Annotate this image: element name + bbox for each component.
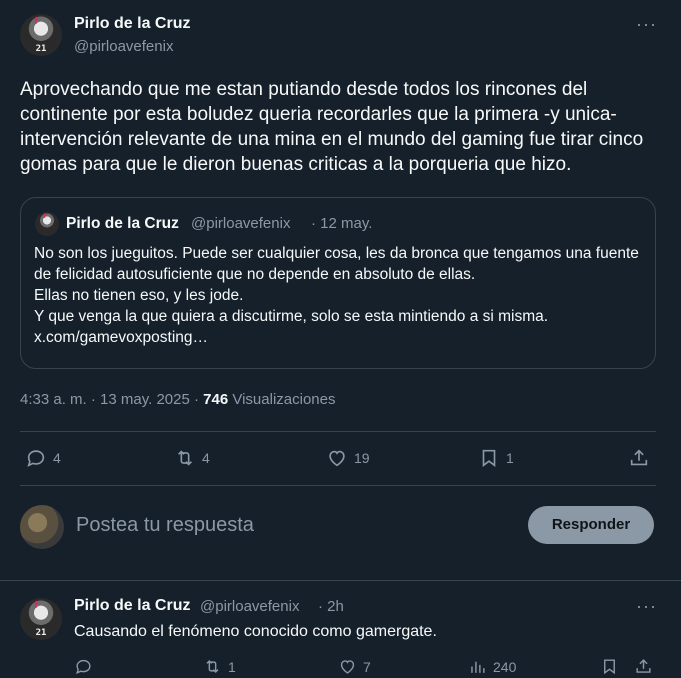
cross-icon: ✝ [32, 16, 41, 27]
quote-avatar: ✝ [35, 212, 59, 236]
reply-bookmark-action[interactable] [600, 657, 619, 676]
cross-icon: ✝ [32, 600, 41, 611]
bookmark-action[interactable]: 1 [478, 447, 514, 469]
reply-icon [27, 450, 45, 467]
bookmark-icon [604, 659, 615, 675]
more-options-icon[interactable]: ··· [636, 14, 657, 35]
bookmark-icon [482, 449, 496, 467]
quote-date: · 12 may. [311, 215, 373, 232]
tweet-time[interactable]: 4:33 a. m. · 13 may. 2025 · [20, 391, 199, 408]
views-count: 746 [203, 391, 229, 408]
reply-retweet-count: 1 [228, 658, 236, 675]
composer-avatar [20, 505, 64, 549]
reply-author-handle[interactable]: @pirloavefenix [200, 598, 299, 615]
reply-input[interactable]: Postea tu respuesta [76, 514, 254, 537]
reply-retweet-action[interactable]: 1 [203, 657, 236, 676]
reply-like-count: 7 [363, 658, 371, 675]
divider-top [20, 431, 656, 432]
reply-count: 4 [53, 450, 61, 466]
views-icon [471, 661, 485, 673]
author-avatar[interactable]: ✝ 21 [20, 14, 62, 56]
retweet-action[interactable]: 4 [174, 447, 210, 469]
retweet-icon [177, 450, 193, 466]
reply-author-name[interactable]: Pirlo de la Cruz [74, 597, 190, 615]
reply-time[interactable]: · 2h [318, 598, 344, 615]
avatar-number: 21 [35, 628, 47, 638]
heart-icon [340, 660, 355, 674]
heart-icon [329, 450, 345, 467]
views-label: Visualizaciones [232, 391, 336, 408]
bookmark-count: 1 [506, 450, 514, 466]
reply-share-action[interactable] [634, 657, 653, 676]
divider-bottom [20, 485, 656, 486]
tweet-text: Aprovechando que me estan putiando desde… [20, 79, 644, 175]
reply-button[interactable]: Responder [528, 506, 654, 544]
reply-author-avatar[interactable]: ✝ 21 [20, 598, 62, 640]
reply-icon [76, 659, 91, 675]
share-icon [636, 659, 651, 673]
quote-text: No son los jueguitos. Puede ser cualquie… [34, 245, 639, 346]
like-action[interactable]: 19 [326, 447, 370, 469]
avatar-number: 21 [35, 44, 47, 54]
retweet-count: 4 [202, 450, 210, 466]
reply-views-action[interactable]: 240 [468, 657, 516, 676]
like-count: 19 [354, 450, 370, 466]
reply-action[interactable]: 4 [25, 447, 61, 469]
reply-views-count: 240 [493, 658, 517, 675]
reply-text: Causando el fenómeno conocido como gamer… [74, 623, 437, 640]
tweet-meta: 4:33 a. m. · 13 may. 2025 · 746 Visualiz… [20, 391, 335, 408]
share-icon [630, 449, 648, 466]
reply-more-options-icon[interactable]: ··· [636, 596, 657, 617]
reply-like-action[interactable]: 7 [338, 657, 371, 676]
quote-author-name: Pirlo de la Cruz [66, 215, 179, 232]
thread-divider [0, 580, 681, 581]
author-handle[interactable]: @pirloavefenix [74, 38, 173, 55]
author-name[interactable]: Pirlo de la Cruz [74, 15, 190, 33]
retweet-icon [206, 659, 219, 674]
reply-reply-action[interactable] [74, 657, 93, 676]
quote-author-handle: @pirloavefenix [191, 215, 291, 232]
share-action[interactable] [628, 447, 650, 469]
cross-icon: ✝ [42, 213, 48, 220]
quoted-tweet[interactable]: ✝ Pirlo de la Cruz @pirloavefenix · 12 m… [20, 197, 656, 369]
